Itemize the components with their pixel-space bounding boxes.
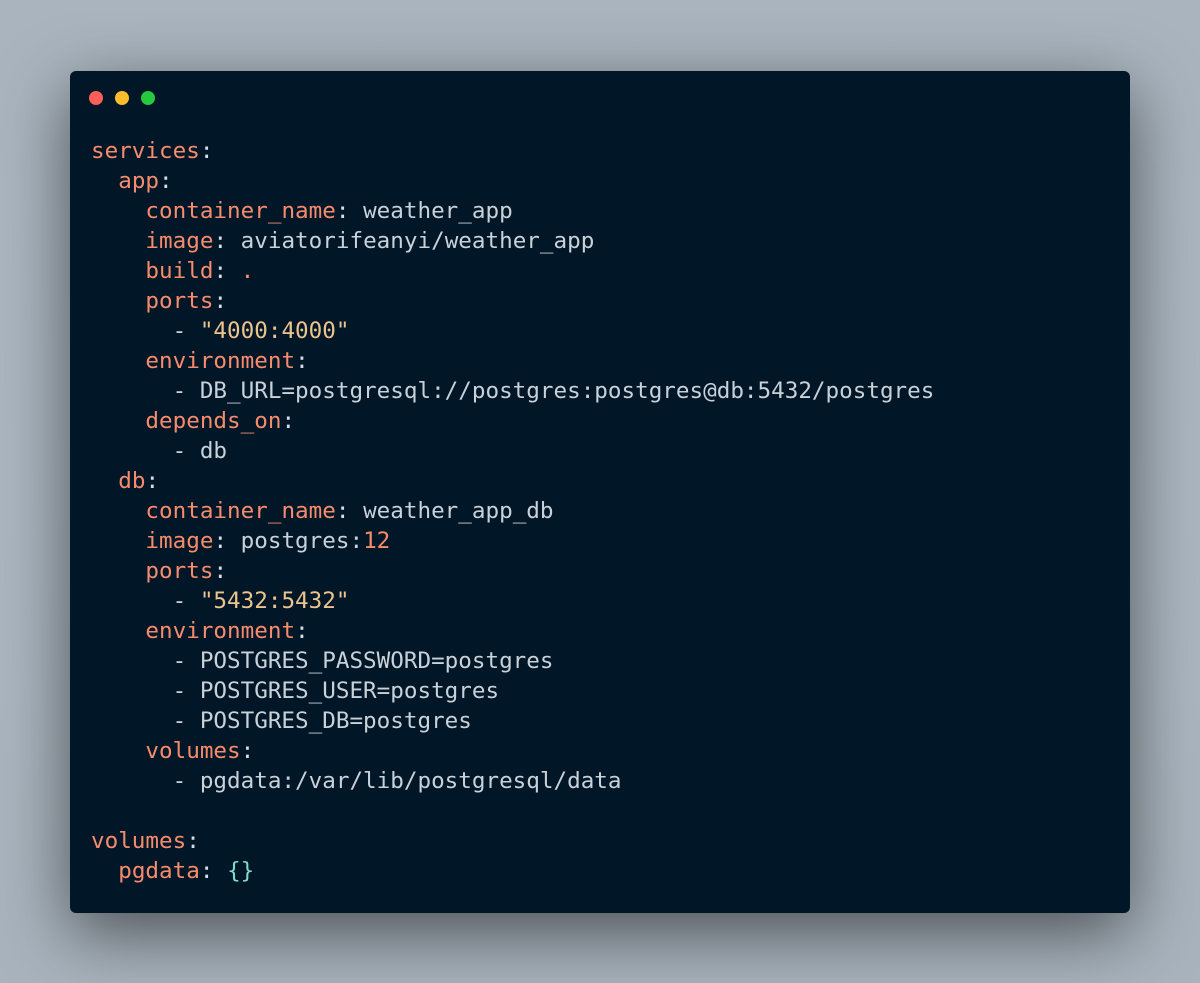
- code-token-key: services: [91, 138, 200, 164]
- code-line: ports:: [91, 286, 934, 316]
- code-token-punct: :: [213, 258, 228, 284]
- window-title-bar: [89, 91, 155, 105]
- code-token-punct: :: [213, 228, 228, 254]
- code-token-number: 12: [363, 528, 391, 554]
- code-token-plain: - DB_URL=postgresql://postgres:postgres@…: [91, 378, 935, 404]
- code-token-key: db: [118, 468, 146, 494]
- code-token-string: "4000:4000": [199, 318, 350, 344]
- code-token-key: ports: [145, 558, 214, 584]
- code-line: volumes:: [91, 826, 934, 856]
- code-line: depends_on:: [91, 406, 934, 436]
- code-line: - "4000:4000": [91, 316, 934, 346]
- code-line: image: aviatorifeanyi/weather_app: [91, 226, 934, 256]
- code-token-key: volumes: [145, 738, 241, 764]
- code-editor: services: app: container_name: weather_a…: [91, 136, 934, 886]
- code-line: app:: [91, 166, 934, 196]
- code-token-plain: -: [91, 318, 200, 344]
- code-token-plain: postgres:: [227, 528, 364, 554]
- code-token-punct: :: [335, 498, 350, 524]
- code-token-plain: - POSTGRES_PASSWORD=postgres: [91, 648, 554, 674]
- code-token-key: app: [118, 168, 160, 194]
- code-token-plain: - POSTGRES_DB=postgres: [91, 708, 472, 734]
- code-token-punct: :: [199, 858, 214, 884]
- code-token-punct: :: [295, 348, 309, 374]
- code-line: services:: [91, 136, 934, 166]
- code-line: environment:: [91, 616, 934, 646]
- code-line: - POSTGRES_PASSWORD=postgres: [91, 646, 934, 676]
- code-token-punct: :: [295, 618, 309, 644]
- code-token-plain: - pgdata:/var/lib/postgresql/data: [91, 768, 622, 794]
- code-token-punct: :: [159, 168, 173, 194]
- code-line: - "5432:5432": [91, 586, 934, 616]
- code-token-key: container_name: [145, 498, 336, 524]
- code-line: build: .: [91, 256, 934, 286]
- code-line: image: postgres:12: [91, 526, 934, 556]
- code-token-key: depends_on: [145, 408, 282, 434]
- code-token-punct: :: [145, 468, 160, 494]
- code-token-key: pgdata: [118, 858, 200, 884]
- code-token-brace: {}: [227, 858, 255, 884]
- code-token-key: .: [240, 258, 255, 284]
- maximize-window-icon[interactable]: [141, 91, 155, 105]
- code-token-key: ports: [145, 288, 214, 314]
- code-token-punct: :: [335, 198, 350, 224]
- minimize-window-icon[interactable]: [115, 91, 129, 105]
- code-line: - DB_URL=postgresql://postgres:postgres@…: [91, 376, 935, 406]
- code-token-key: image: [145, 228, 214, 254]
- code-line: - pgdata:/var/lib/postgresql/data: [91, 766, 934, 796]
- code-token-string: "5432:5432": [199, 588, 350, 614]
- code-line: - POSTGRES_USER=postgres: [91, 676, 934, 706]
- code-token-punct: :: [240, 738, 255, 764]
- code-token-key: container_name: [145, 198, 336, 224]
- code-token-key: volumes: [91, 828, 187, 854]
- code-token-key: image: [145, 528, 214, 554]
- code-token-plain: weather_app_db: [349, 498, 554, 524]
- close-window-icon[interactable]: [89, 91, 103, 105]
- code-line: db:: [91, 466, 934, 496]
- code-token-key: environment: [145, 618, 296, 644]
- code-token-plain: aviatorifeanyi/weather_app: [227, 228, 595, 254]
- code-window: services: app: container_name: weather_a…: [70, 71, 1130, 913]
- code-token-punct: :: [213, 528, 228, 554]
- code-line: ports:: [91, 556, 934, 586]
- code-token-punct: :: [199, 138, 214, 164]
- code-token-punct: :: [186, 828, 200, 854]
- code-token-punct: :: [213, 288, 228, 314]
- code-line: - POSTGRES_DB=postgres: [91, 706, 934, 736]
- code-line: volumes:: [91, 736, 934, 766]
- code-line: container_name: weather_app: [91, 196, 934, 226]
- code-token-plain: weather_app: [349, 198, 513, 224]
- code-token-plain: - db: [91, 438, 228, 464]
- code-token-punct: :: [213, 558, 228, 584]
- code-line: - db: [91, 436, 934, 466]
- code-token-punct: :: [281, 408, 296, 434]
- code-line: container_name: weather_app_db: [91, 496, 934, 526]
- code-token-plain: -: [91, 588, 200, 614]
- code-line: pgdata: {}: [91, 856, 934, 886]
- code-token-plain: - POSTGRES_USER=postgres: [91, 678, 500, 704]
- code-token-key: environment: [145, 348, 296, 374]
- code-token-key: build: [145, 258, 214, 284]
- code-line: environment:: [91, 346, 934, 376]
